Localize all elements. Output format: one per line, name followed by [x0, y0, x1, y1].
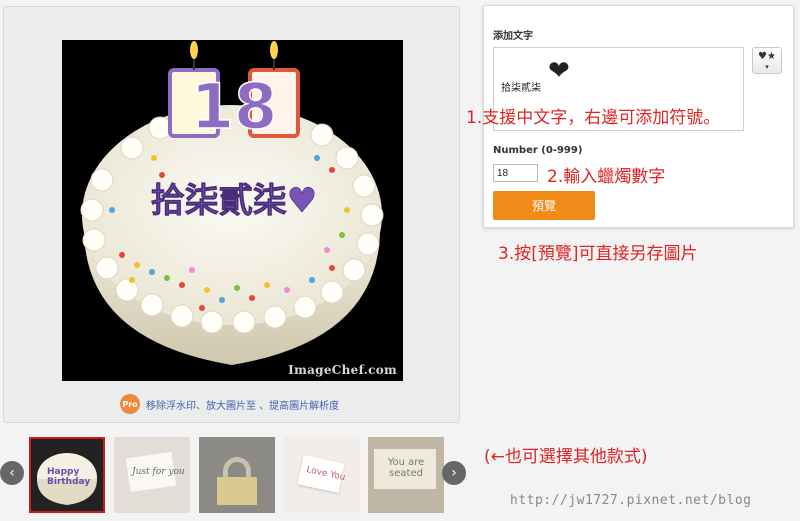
number-field-label: Number (0-999) — [493, 145, 583, 156]
pro-upgrade-row: Pro 移除浮水印、放大圖片至 、提高圖片解析度 — [120, 394, 339, 414]
heart-symbol-icon: ❤ — [548, 56, 570, 86]
number-input[interactable] — [493, 164, 538, 182]
annotation-note-3: 3.按[預覽]可直接另存圖片 — [498, 244, 698, 264]
carousel-prev-button[interactable]: ‹ — [0, 461, 24, 485]
pro-upgrade-link[interactable]: 移除浮水印、放大圖片至 、提高圖片解析度 — [146, 397, 339, 412]
thumbnail-birthday-cake[interactable]: Happy Birthday — [29, 437, 105, 513]
blog-url-watermark: http://jw1727.pixnet.net/blog — [510, 493, 752, 508]
candle-number-text: 18 — [191, 70, 277, 143]
preview-panel: 18 拾柒貳柒♥ ImageChef.com Pro 移除浮水印、放大圖片至 、… — [3, 6, 460, 423]
thumbnail-you-are-seated-card[interactable]: You are seated — [368, 437, 444, 513]
thumbnail-padlock[interactable] — [199, 437, 275, 513]
annotation-note-1: 1.支援中文字，右邊可添加符號。 — [466, 108, 721, 128]
cake-text: 拾柒貳柒♥ — [151, 181, 317, 221]
thumbnail-just-for-you-card[interactable]: Just for you — [114, 437, 190, 513]
chevron-left-icon: ‹ — [9, 465, 15, 481]
carousel-next-button[interactable]: › — [442, 461, 466, 485]
chevron-right-icon: › — [451, 465, 457, 481]
annotation-note-4: (←也可選擇其他款式) — [484, 447, 648, 467]
symbol-picker-button[interactable]: ♥★ ▾ — [752, 47, 782, 74]
watermark: ImageChef.com — [288, 363, 397, 377]
text-field-label: 添加文字 — [493, 31, 533, 42]
preview-button[interactable]: 預覽 — [493, 191, 595, 220]
thumbnail-text: Just for you — [132, 467, 185, 477]
chevron-down-icon: ▾ — [765, 63, 769, 71]
thumbnail-love-note[interactable]: Love You — [284, 437, 360, 513]
thumbnail-text: Happy Birthday — [47, 467, 91, 487]
thumbnail-text: You are seated — [387, 457, 425, 479]
pro-badge-icon: Pro — [120, 394, 140, 414]
annotation-note-2: 2.輸入蠟燭數字 — [547, 167, 666, 187]
cake-illustration: 18 拾柒貳柒♥ — [80, 41, 384, 365]
heart-star-icon: ♥★ — [758, 51, 776, 62]
text-input-value: 拾柒貳柒 — [501, 83, 541, 94]
padlock-body-icon — [217, 477, 257, 505]
cake-preview-image: 18 拾柒貳柒♥ ImageChef.com — [62, 40, 403, 381]
